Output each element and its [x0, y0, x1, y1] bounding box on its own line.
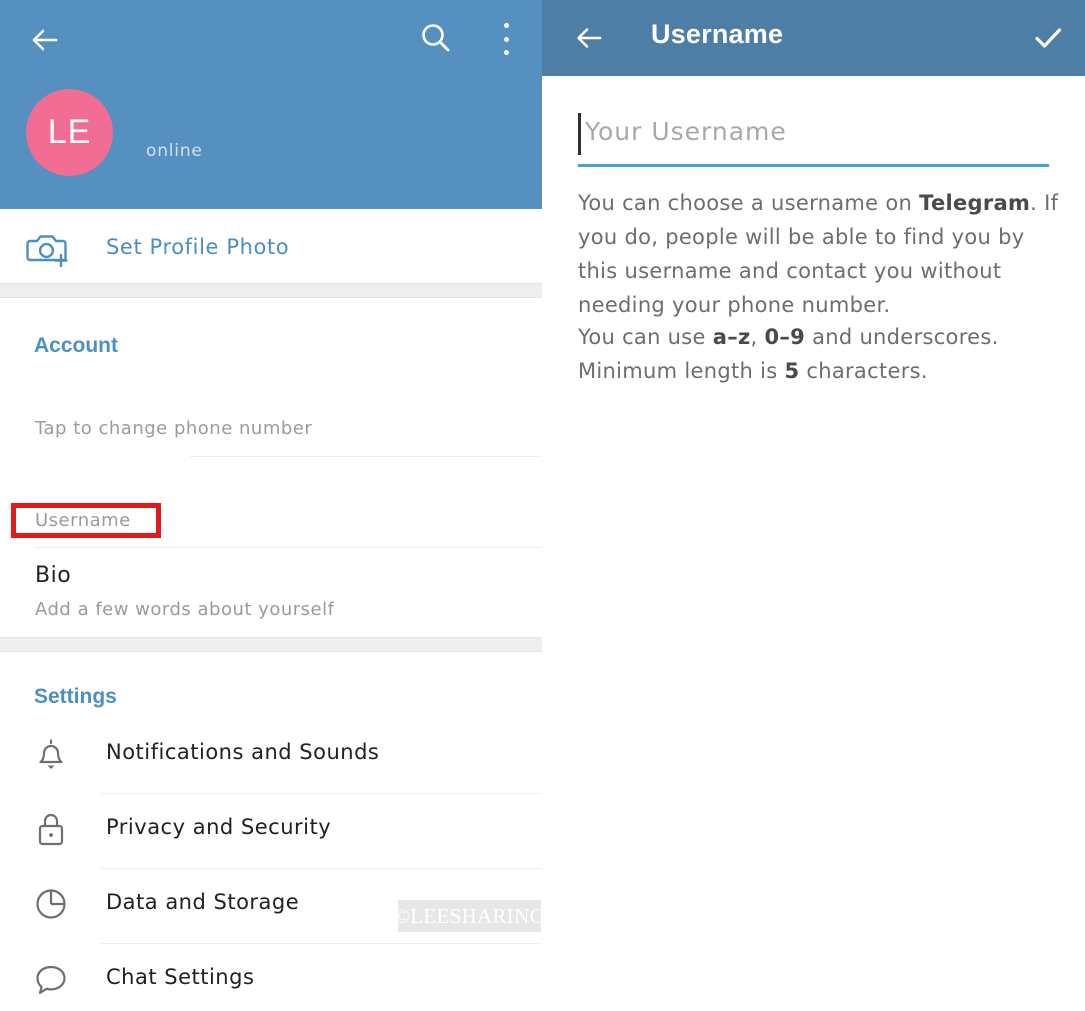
desc-bold-minlength: 5 [784, 359, 800, 383]
settings-section-header: Settings [34, 685, 117, 708]
username-editor-header: Username [542, 0, 1085, 76]
sidebar-item-label: Data and Storage [106, 890, 300, 914]
desc-text: You can use [578, 325, 713, 349]
overflow-dot [503, 50, 509, 55]
username-editor-panel: Username Your Username You can choose a … [542, 0, 1085, 1011]
username-description-paragraph-2: You can use a–z, 0–9 and underscores. Mi… [578, 320, 1066, 388]
desc-text: You can choose a username on [578, 191, 920, 215]
sidebar-item-label: Notifications and Sounds [106, 740, 380, 764]
avatar-initials: LE [47, 112, 92, 151]
phone-number-row-label[interactable]: Tap to change phone number [35, 418, 312, 439]
online-status-text: online [146, 141, 203, 161]
section-divider-band [0, 637, 542, 652]
bio-subtitle[interactable]: Add a few words about yourself [35, 599, 334, 620]
pie-chart-icon [31, 884, 71, 924]
search-icon[interactable] [418, 19, 452, 57]
bio-title[interactable]: Bio [35, 563, 71, 588]
input-underline [578, 164, 1049, 167]
bell-icon [31, 734, 71, 774]
settings-panel: LE online Set Profile Photo Account Tap … [0, 0, 542, 1011]
sidebar-item-notifications[interactable]: Notifications and Sounds [0, 718, 542, 794]
check-icon[interactable] [1029, 19, 1067, 57]
username-input-placeholder: Your Username [585, 117, 787, 146]
avatar[interactable]: LE [26, 89, 113, 176]
sidebar-item-label: Privacy and Security [106, 815, 332, 839]
app-screenshot: LE online Set Profile Photo Account Tap … [0, 0, 1085, 1011]
section-divider-band [0, 283, 542, 298]
desc-bold-09: 0–9 [764, 325, 806, 349]
username-highlight-box [11, 503, 161, 538]
arrow-left-icon[interactable] [571, 20, 607, 56]
sidebar-item-label: Chat Settings [106, 965, 255, 989]
more-vertical-icon[interactable] [497, 19, 515, 59]
lock-icon [31, 809, 71, 849]
sidebar-item-privacy[interactable]: Privacy and Security [0, 793, 542, 869]
desc-text: characters. [799, 359, 928, 383]
page-title: Username [651, 19, 784, 49]
row-divider [35, 547, 542, 548]
chat-bubble-icon [31, 959, 71, 999]
desc-text: , [750, 325, 765, 349]
username-input[interactable]: Your Username [578, 110, 1049, 168]
set-profile-photo-label[interactable]: Set Profile Photo [106, 235, 289, 259]
overflow-dot [503, 23, 509, 28]
watermark: ©LEESHARING [394, 900, 542, 932]
account-section-header: Account [34, 334, 118, 357]
username-description-paragraph-1: You can choose a username on Telegram. I… [578, 186, 1066, 322]
text-cursor [578, 113, 581, 155]
camera-add-icon[interactable] [26, 228, 74, 268]
desc-bold-telegram: Telegram [919, 191, 1031, 215]
overflow-dot [503, 36, 509, 42]
arrow-left-icon[interactable] [26, 21, 64, 59]
sidebar-item-chat-settings[interactable]: Chat Settings [0, 943, 542, 1011]
profile-header: LE online [0, 0, 542, 209]
desc-bold-az: a–z [712, 325, 751, 349]
row-divider [190, 456, 542, 457]
